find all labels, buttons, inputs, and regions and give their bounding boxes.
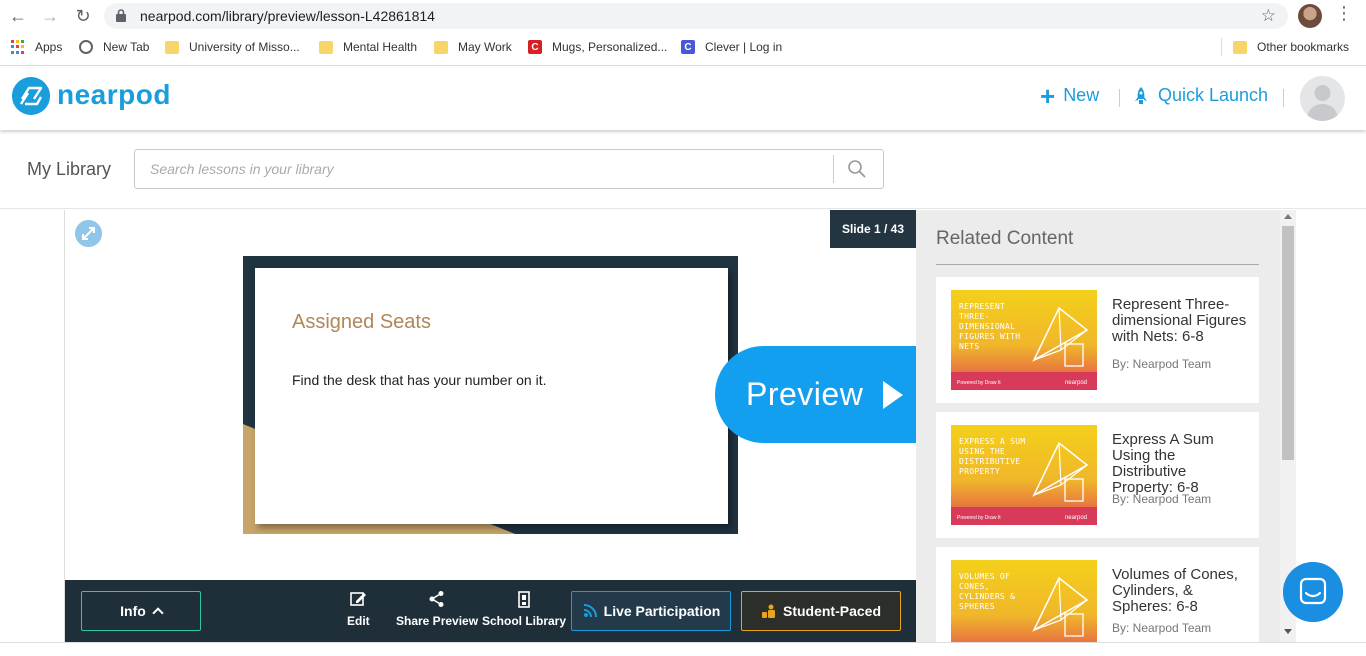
c-icon: C — [528, 40, 542, 54]
thumbnail-footer: Powered by Draw It nearpod — [951, 507, 1097, 525]
related-divider — [936, 264, 1259, 265]
related-card-title: Volumes of Cones, Cylinders, & Spheres: … — [1112, 566, 1238, 615]
edit-icon — [350, 592, 367, 606]
search-icon[interactable] — [847, 159, 867, 179]
expand-icon[interactable] — [75, 220, 102, 247]
geometry-drawing-icon — [1032, 441, 1089, 502]
related-card-author: By: Nearpod Team — [1112, 621, 1212, 635]
info-button[interactable]: Info — [81, 591, 201, 631]
lesson-thumbnail: Volumes of Cones, Cylinders & Spheres — [951, 560, 1097, 642]
new-button[interactable]: + New — [1040, 80, 1099, 111]
related-card-author: By: Nearpod Team — [1112, 357, 1212, 371]
search-divider — [833, 155, 834, 183]
folder-icon — [434, 40, 448, 54]
student-paced-button[interactable]: Student-Paced — [741, 591, 901, 631]
search-box — [134, 149, 884, 189]
url-text: nearpod.com/library/preview/lesson-L4286… — [140, 8, 435, 24]
clever-icon: C — [681, 40, 695, 54]
bookmark-other[interactable]: Other bookmarks — [1233, 38, 1349, 56]
bookmark-clever[interactable]: C Clever | Log in — [681, 38, 782, 56]
main-area: Slide 1 / 43 Assigned Seats Find the des… — [0, 210, 1366, 656]
bookmark-apps[interactable]: Apps — [11, 38, 62, 56]
broadcast-icon — [583, 604, 597, 618]
slide-counter: Slide 1 / 43 — [830, 210, 916, 248]
bookmark-mental-health[interactable]: Mental Health — [319, 38, 417, 56]
nearpod-logo-icon[interactable] — [12, 77, 50, 115]
apps-grid-icon — [11, 40, 25, 54]
globe-icon — [79, 40, 93, 54]
scroll-up-arrow-icon[interactable] — [1284, 214, 1292, 219]
student-paced-icon — [761, 604, 775, 618]
share-icon — [429, 591, 444, 607]
related-content-panel: Related Content Represent Three-Dimensio… — [916, 210, 1280, 642]
share-preview-button[interactable]: Share Preview — [396, 590, 478, 628]
related-card[interactable]: Represent Three-Dimensional Figures with… — [936, 277, 1259, 403]
library-bar: My Library — [0, 131, 1366, 209]
folder-icon — [319, 40, 333, 54]
thumbnail-footer: Powered by Draw It nearpod — [951, 372, 1097, 390]
related-card[interactable]: Express A Sum Using the Distributive Pro… — [936, 412, 1259, 538]
live-participation-button[interactable]: Live Participation — [571, 591, 731, 631]
header-divider — [1119, 89, 1120, 107]
geometry-drawing-icon — [1032, 576, 1089, 637]
bookmark-may-work[interactable]: May Work — [434, 38, 512, 56]
chevron-up-icon — [152, 607, 164, 619]
bookmarks-divider — [1221, 38, 1222, 56]
lesson-thumbnail: Represent Three-Dimensional Figures with… — [951, 290, 1097, 390]
browser-profile-avatar[interactable] — [1298, 4, 1322, 28]
folder-icon — [165, 40, 179, 54]
forward-arrow-icon[interactable]: → — [38, 4, 62, 28]
bookmark-star-icon[interactable]: ☆ — [1261, 6, 1276, 26]
bookmark-mugs[interactable]: C Mugs, Personalized... — [528, 38, 667, 56]
folder-icon — [1233, 40, 1247, 54]
user-avatar[interactable] — [1300, 76, 1345, 121]
related-card[interactable]: Volumes of Cones, Cylinders & Spheres Vo… — [936, 547, 1259, 642]
lock-icon — [116, 9, 126, 22]
search-input[interactable] — [135, 150, 833, 188]
bookmark-new-tab[interactable]: New Tab — [79, 38, 149, 56]
browser-chrome: ← → ↻ nearpod.com/library/preview/lesson… — [0, 0, 1366, 66]
page-footer-edge — [0, 642, 1366, 656]
lesson-thumbnail: Express A Sum Using the Distributive Pro… — [951, 425, 1097, 525]
preview-label: Preview — [746, 376, 864, 412]
related-content-title: Related Content — [936, 228, 1074, 249]
header-divider — [1283, 89, 1284, 107]
bookmark-university[interactable]: University of Misso... — [165, 38, 300, 56]
lesson-preview-panel: Slide 1 / 43 Assigned Seats Find the des… — [64, 210, 916, 642]
reload-icon[interactable]: ↻ — [71, 4, 95, 28]
nearpod-logo-text[interactable]: nearpod — [57, 79, 171, 111]
related-card-title: Express A Sum Using the Distributive Pro… — [1112, 431, 1214, 496]
school-library-icon — [518, 591, 530, 608]
browser-menu-icon[interactable]: ⋮ — [1335, 3, 1353, 24]
chat-icon[interactable] — [1283, 562, 1343, 622]
lesson-toolbar: Info Edit Share Preview School Library L… — [65, 580, 916, 642]
nearpod-header: nearpod + New Quick Launch — [0, 66, 1366, 130]
slide-text: Find the desk that has your number on it… — [292, 372, 547, 388]
slide-card: Assigned Seats Find the desk that has yo… — [255, 268, 728, 524]
preview-button[interactable]: Preview — [715, 346, 916, 443]
address-bar[interactable]: nearpod.com/library/preview/lesson-L4286… — [104, 3, 1288, 29]
quick-launch-button[interactable]: Quick Launch — [1134, 85, 1268, 106]
plus-icon: + — [1040, 80, 1056, 111]
slide-title: Assigned Seats — [292, 311, 431, 333]
related-card-author: By: Nearpod Team — [1112, 492, 1212, 506]
back-arrow-icon[interactable]: ← — [6, 4, 30, 28]
slide-thumbnail[interactable]: Assigned Seats Find the desk that has yo… — [243, 256, 738, 534]
related-card-title: Represent Three-dimensional Figures with… — [1112, 296, 1247, 345]
geometry-drawing-icon — [1032, 306, 1089, 367]
page-title: My Library — [27, 159, 112, 179]
school-library-button[interactable]: School Library — [482, 590, 566, 628]
play-icon — [883, 380, 904, 409]
rocket-icon — [1135, 86, 1147, 104]
scroll-down-arrow-icon[interactable] — [1284, 629, 1292, 634]
edit-button[interactable]: Edit — [347, 590, 370, 628]
scrollbar-thumb[interactable] — [1282, 226, 1294, 460]
user-silhouette-icon — [1306, 85, 1339, 121]
bookmarks-bar: Apps New Tab University of Misso... Ment… — [0, 36, 1366, 58]
